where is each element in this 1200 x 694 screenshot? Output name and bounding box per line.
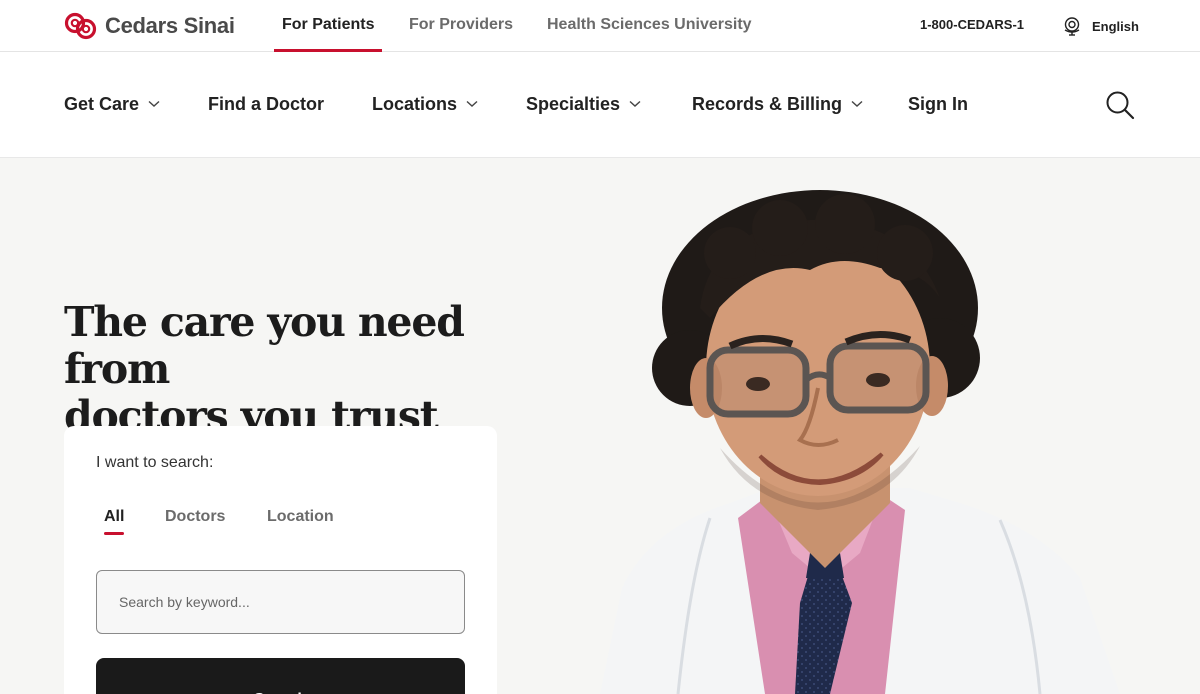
- search-button[interactable]: Search: [96, 658, 465, 694]
- nav-records-billing[interactable]: Records & Billing: [692, 52, 863, 156]
- nav-locations[interactable]: Locations: [372, 52, 478, 156]
- chevron-down-icon: [851, 100, 863, 107]
- language-selector[interactable]: English: [1062, 0, 1139, 52]
- tab-for-patients[interactable]: For Patients: [273, 0, 383, 52]
- search-card-label: I want to search:: [96, 454, 214, 471]
- language-label: English: [1092, 18, 1139, 34]
- keyword-search-input[interactable]: [96, 570, 465, 634]
- phone-link[interactable]: 1-800-CEDARS-1: [920, 0, 1024, 50]
- search-tab-all[interactable]: All: [104, 508, 125, 535]
- chevron-down-icon: [148, 100, 160, 107]
- search-tab-doctors[interactable]: Doctors: [165, 508, 225, 526]
- hero-title-line-1: The care you need from: [64, 298, 465, 393]
- nav-records-billing-label: Records & Billing: [692, 93, 843, 114]
- tab-health-sciences-university[interactable]: Health Sciences University: [547, 0, 752, 52]
- tab-for-providers[interactable]: For Providers: [409, 0, 513, 52]
- nav-specialties-label: Specialties: [526, 93, 621, 114]
- nav-get-care-label: Get Care: [64, 93, 140, 114]
- globe-icon: [1064, 17, 1080, 36]
- cedars-sinai-logo[interactable]: Cedars Sinai: [64, 11, 235, 41]
- chevron-down-icon: [466, 100, 478, 107]
- nav-specialties[interactable]: Specialties: [526, 52, 641, 156]
- main-navigation: Get Care Find a Doctor Locations Special…: [0, 52, 1200, 158]
- nav-get-care[interactable]: Get Care: [64, 52, 160, 156]
- top-utility-bar: Cedars Sinai For Patients For Providers …: [0, 0, 1200, 52]
- search-card: I want to search: All Doctors Location S…: [64, 426, 497, 694]
- nav-find-a-doctor-label: Find a Doctor: [208, 93, 324, 114]
- nav-sign-in-label: Sign In: [908, 93, 968, 114]
- search-tab-location[interactable]: Location: [267, 508, 334, 526]
- nav-sign-in[interactable]: Sign In: [908, 52, 968, 156]
- nav-find-a-doctor[interactable]: Find a Doctor: [208, 52, 324, 156]
- hero-title: The care you need from doctors you trust: [64, 299, 544, 440]
- nav-locations-label: Locations: [372, 93, 458, 114]
- cedars-sinai-logo-icon: [64, 11, 98, 41]
- search-icon-button[interactable]: [1104, 89, 1136, 121]
- search-icon: [1106, 91, 1135, 120]
- doctor-portrait-image: [560, 158, 1200, 694]
- chevron-down-icon: [629, 100, 641, 107]
- logo-wordmark: Cedars Sinai: [105, 13, 235, 38]
